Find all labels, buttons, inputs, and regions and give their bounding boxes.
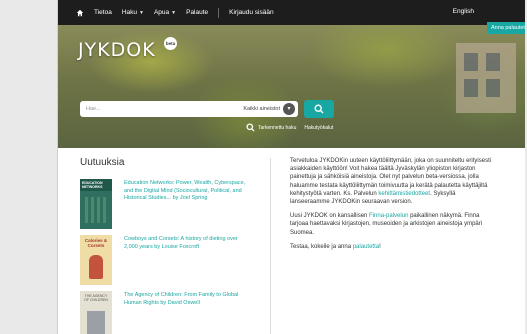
nav-feedback[interactable]: Palaute <box>186 9 208 16</box>
development-notes-link[interactable]: kehittämistiedotteet <box>378 191 430 197</box>
top-navigation: Tietoa Haku ▼ Apua ▼ Palaute Kirjaudu sisä… <box>58 0 525 25</box>
magnifier-icon <box>246 123 255 132</box>
cover-art <box>87 311 105 334</box>
nav-help[interactable]: Apua ▼ <box>154 9 176 16</box>
paragraph-text: Uusi JYKDOK on kansallisen <box>290 213 368 220</box>
book-item[interactable]: EDUCATION NETWORKS Education Networks: P… <box>80 179 248 229</box>
book-cover[interactable]: THE AGENCY OF CHILDREN <box>80 291 112 334</box>
book-cover[interactable]: Calories & Corsets <box>80 235 112 285</box>
cover-art <box>85 197 107 223</box>
finna-paragraph: Uusi JYKDOK on kansallisen Finna-palvelu… <box>290 212 494 237</box>
nav-search[interactable]: Haku ▼ <box>122 9 144 16</box>
paragraph-text: ! <box>379 243 381 250</box>
search-links: Tarkennettu haku Hakutyökalut <box>246 123 333 132</box>
nav-about[interactable]: Tietoa <box>94 9 112 16</box>
caret-down-icon: ▼ <box>139 9 144 16</box>
language-link[interactable]: English <box>453 8 474 15</box>
feedback-ribbon[interactable]: Anna palautetta <box>487 22 525 34</box>
beta-badge: beta <box>164 37 177 50</box>
cover-title: EDUCATION NETWORKS <box>80 179 112 191</box>
nav-search-label: Haku <box>121 9 138 16</box>
new-items-section: Uutuuksia EDUCATION NETWORKS Education N… <box>80 157 260 334</box>
nav-divider <box>218 7 220 18</box>
welcome-text: Tervetuloa JYKDOKin uuteen käyttöliittym… <box>290 157 494 257</box>
caret-down-icon: ▼ <box>171 9 177 16</box>
advanced-search-link[interactable]: Tarkennettu haku <box>258 125 296 131</box>
jykdok-logo[interactable]: JYKDOK <box>78 39 156 61</box>
chevron-down-icon[interactable]: ▾ <box>283 103 295 115</box>
feedback-link[interactable]: palautetta <box>353 244 379 250</box>
cover-title: Calories & Corsets <box>84 238 108 248</box>
paragraph-text: Testaa, kokeile ja anna <box>290 243 352 250</box>
nav-feedback-label: Palaute <box>186 9 209 16</box>
column-divider <box>270 158 271 334</box>
book-cover[interactable]: EDUCATION NETWORKS <box>80 179 112 229</box>
search-icon <box>314 104 324 114</box>
book-title-link[interactable]: Education Networks: Power, Wealth, Cyber… <box>124 179 248 229</box>
cover-title: THE AGENCY OF CHILDREN <box>84 294 108 302</box>
new-items-heading: Uutuuksia <box>80 157 125 168</box>
finna-link[interactable]: Finna-palvelun <box>369 213 408 219</box>
search-tools-link[interactable]: Hakutyökalut <box>304 125 333 131</box>
hero-banner: JYKDOK beta Hae... Kaikki aineistot ▾ Ta… <box>58 25 525 148</box>
nav-help-label: Apua <box>153 9 170 16</box>
building-photo-detail <box>456 43 516 113</box>
cover-art <box>89 255 103 279</box>
nav-login[interactable]: Kirjaudu sisään <box>229 9 273 16</box>
book-item[interactable]: THE AGENCY OF CHILDREN The Agency of Chi… <box>80 291 248 334</box>
search-button[interactable] <box>304 100 334 118</box>
book-title-link[interactable]: Cowboys and Corsets: A history of dietin… <box>124 235 248 285</box>
search-input[interactable]: Hae... <box>86 106 101 112</box>
welcome-paragraph: Tervetuloa JYKDOKin uuteen käyttöliittym… <box>290 157 494 206</box>
browser-viewport: Tietoa Haku ▼ Apua ▼ Palaute Kirjaudu sisä… <box>57 0 525 334</box>
feedback-paragraph: Testaa, kokeile ja anna palautetta! <box>290 243 494 251</box>
nav-about-label: Tietoa <box>94 9 112 16</box>
search-bar: Hae... Kaikki aineistot ▾ <box>80 101 298 117</box>
book-item[interactable]: Calories & Corsets Cowboys and Corsets: … <box>80 235 248 285</box>
book-title-link[interactable]: The Agency of Children: From Family to G… <box>124 291 248 334</box>
nav-login-label: Kirjaudu sisään <box>229 9 274 16</box>
home-icon[interactable] <box>76 9 84 17</box>
search-scope-select[interactable]: Kaikki aineistot <box>243 106 280 112</box>
